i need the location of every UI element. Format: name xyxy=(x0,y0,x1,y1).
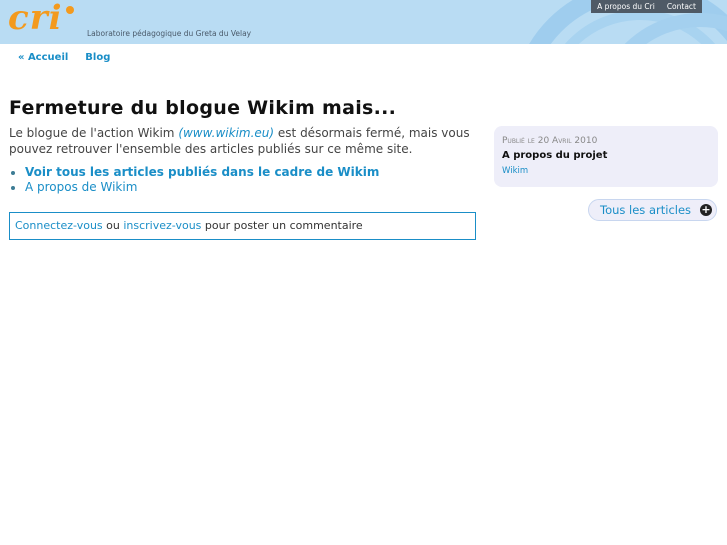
article-content: Fermeture du blogue Wikim mais... Le blo… xyxy=(9,94,476,195)
related-article-card: Publié le 20 Avril 2010 A propos du proj… xyxy=(494,126,718,187)
intro-text-start: Le blogue de l'action Wikim xyxy=(9,126,179,140)
site-header: cri Laboratoire pédagogique du Greta du … xyxy=(0,0,727,44)
publish-date: Publié le 20 Avril 2010 xyxy=(502,136,597,146)
plus-circle-icon: + xyxy=(700,203,712,216)
wikim-site-link[interactable]: (www.wikim.eu) xyxy=(178,126,274,140)
comment-login-box: Connectez-vous ou inscrivez-vous pour po… xyxy=(9,212,476,240)
about-wikim-link[interactable]: A propos de Wikim xyxy=(25,180,137,194)
all-wikim-articles-link[interactable]: Voir tous les articles publiés dans le c… xyxy=(25,165,379,179)
related-article-title[interactable]: A propos du projet xyxy=(502,150,607,161)
logo-dot-icon xyxy=(66,6,74,14)
site-tagline: Laboratoire pédagogique du Greta du Vela… xyxy=(87,29,252,38)
related-article-tag[interactable]: Wikim xyxy=(502,166,528,176)
page-title: Fermeture du blogue Wikim mais... xyxy=(9,97,397,119)
list-item: Voir tous les articles publiés dans le c… xyxy=(25,165,476,180)
top-link-about[interactable]: A propos du Cri xyxy=(591,0,661,13)
top-navigation: A propos du Cri Contact xyxy=(591,0,702,13)
article-links-list: Voir tous les articles publiés dans le c… xyxy=(9,165,476,195)
login-link[interactable]: Connectez-vous xyxy=(15,219,103,232)
breadcrumb: « Accueil Blog xyxy=(18,52,110,63)
article-intro: Le blogue de l'action Wikim (www.wikim.e… xyxy=(9,125,476,157)
all-articles-label: Tous les articles xyxy=(600,203,692,217)
register-link[interactable]: inscrivez-vous xyxy=(123,219,201,232)
all-articles-button[interactable]: Tous les articles + xyxy=(588,199,717,221)
site-logo[interactable]: cri xyxy=(8,0,63,40)
comment-or-text: ou xyxy=(102,219,124,232)
blog-link[interactable]: Blog xyxy=(85,52,110,63)
list-item: A propos de Wikim xyxy=(25,180,476,195)
publish-date-value: 20 Avril 2010 xyxy=(537,136,598,146)
home-link[interactable]: « Accueil xyxy=(18,52,68,63)
comment-suffix-text: pour poster un commentaire xyxy=(201,219,363,232)
publish-date-label: Publié le xyxy=(502,136,535,146)
top-link-contact[interactable]: Contact xyxy=(661,0,702,13)
